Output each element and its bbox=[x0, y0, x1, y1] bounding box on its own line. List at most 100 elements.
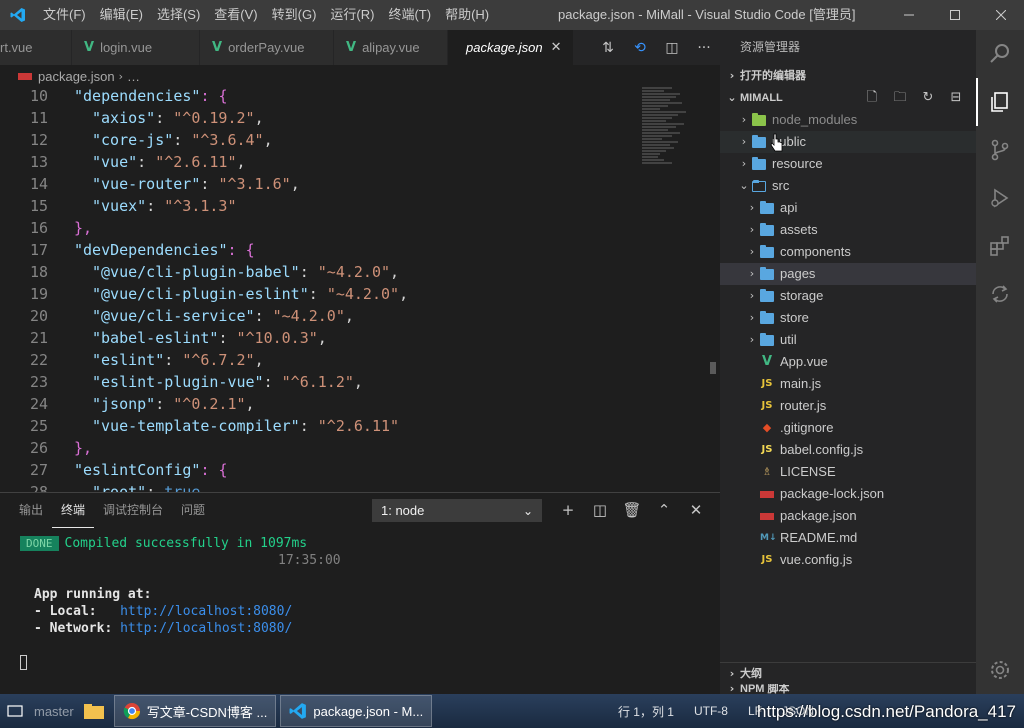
tree-item[interactable]: package.json bbox=[720, 505, 976, 527]
tree-item[interactable]: JS main.js bbox=[720, 373, 976, 395]
outline-section[interactable]: › 大纲 bbox=[720, 662, 976, 684]
menu-item[interactable]: 查看(V) bbox=[207, 0, 264, 30]
file-explorer-icon[interactable] bbox=[78, 694, 110, 728]
code-editor[interactable]: 10 "dependencies": {11 "axios": "^0.19.2",… bbox=[0, 87, 720, 492]
editor-tab[interactable]: Valipay.vue bbox=[334, 30, 448, 65]
npm-scripts-section[interactable]: › NPM 脚本 bbox=[720, 684, 976, 694]
code-colon: : bbox=[146, 197, 165, 215]
tree-item[interactable]: › node_modules bbox=[720, 109, 976, 131]
tree-item[interactable]: › storage bbox=[720, 285, 976, 307]
menu-item[interactable]: 帮助(H) bbox=[438, 0, 496, 30]
gear-icon[interactable] bbox=[976, 646, 1024, 694]
tree-item[interactable]: ◆ .gitignore bbox=[720, 417, 976, 439]
vue-icon: V bbox=[84, 40, 95, 55]
tree-item[interactable]: ♗ LICENSE bbox=[720, 461, 976, 483]
code-line: 25 "vue-template-compiler": "^2.6.11" bbox=[0, 415, 700, 437]
panel-tab[interactable]: 问题 bbox=[172, 493, 214, 528]
collapse-all-icon[interactable]: ⊟ bbox=[942, 87, 970, 109]
tree-item[interactable]: M↓ README.md bbox=[720, 527, 976, 549]
maximize-panel-icon[interactable]: ⌃ bbox=[648, 499, 680, 521]
network-url-link[interactable]: http://localhost:8080/ bbox=[120, 621, 292, 636]
close-panel-icon[interactable]: ✕ bbox=[680, 499, 712, 521]
tree-item[interactable]: V App.vue bbox=[720, 351, 976, 373]
run-debug-icon[interactable] bbox=[976, 174, 1024, 222]
tree-item[interactable]: › public bbox=[720, 131, 976, 153]
new-folder-icon[interactable]: 🗀 bbox=[886, 87, 914, 109]
json-value: "^2.6.11" bbox=[155, 153, 237, 171]
open-editors-section[interactable]: › 打开的编辑器 bbox=[720, 65, 976, 87]
menu-item[interactable]: 转到(G) bbox=[265, 0, 324, 30]
json-key: "eslint-plugin-vue" bbox=[92, 373, 264, 391]
extensions-icon[interactable] bbox=[976, 222, 1024, 270]
menu-item[interactable]: 编辑(E) bbox=[93, 0, 150, 30]
trash-icon[interactable]: 🗑 bbox=[616, 499, 648, 521]
breadcrumb-file[interactable]: package.json bbox=[38, 69, 115, 84]
editor-tab[interactable]: Vlogin.vue bbox=[72, 30, 200, 65]
tree-item[interactable]: › assets bbox=[720, 219, 976, 241]
line-number: 11 bbox=[29, 109, 48, 127]
compare-changes-icon[interactable]: ⇅ bbox=[592, 40, 624, 56]
editor-tab[interactable]: VorderPay.vue bbox=[200, 30, 334, 65]
local-url-link[interactable]: http://localhost:8080/ bbox=[120, 604, 292, 619]
minimize-button[interactable] bbox=[886, 0, 932, 30]
tree-item[interactable]: JS vue.config.js bbox=[720, 549, 976, 571]
more-actions-icon[interactable]: ··· bbox=[688, 40, 720, 56]
chevron-down-icon: ⌄ bbox=[739, 179, 749, 192]
tree-item[interactable]: JS router.js bbox=[720, 395, 976, 417]
sync-icon[interactable]: ⟲ bbox=[624, 40, 656, 56]
status-item[interactable]: UTF-8 bbox=[684, 704, 738, 718]
new-file-icon[interactable]: 🗋 bbox=[858, 87, 886, 109]
tree-item[interactable]: package-lock.json bbox=[720, 483, 976, 505]
tree-item[interactable]: › util bbox=[720, 329, 976, 351]
editor-tab[interactable]: package.json ✕ bbox=[448, 30, 574, 65]
code-line: 13 "vue": "^2.6.11", bbox=[0, 151, 700, 173]
maximize-button[interactable] bbox=[932, 0, 978, 30]
panel-tab[interactable]: 输出 bbox=[10, 493, 52, 528]
menu-item[interactable]: 选择(S) bbox=[150, 0, 207, 30]
panel-tab[interactable]: 调试控制台 bbox=[94, 493, 172, 528]
project-section[interactable]: ⌄ MIMALL 🗋 🗀 ↻ ⊟ bbox=[720, 87, 976, 109]
status-item[interactable]: 行 1，列 1 bbox=[608, 703, 684, 720]
chevron-right-icon: › bbox=[741, 135, 747, 148]
editor-scrollbar[interactable] bbox=[710, 362, 716, 374]
tree-item[interactable]: › components bbox=[720, 241, 976, 263]
live-share-icon[interactable] bbox=[976, 270, 1024, 318]
tree-item[interactable]: › pages bbox=[720, 263, 976, 285]
terminal-select[interactable]: 1: node ⌄ bbox=[372, 499, 542, 522]
search-icon[interactable] bbox=[976, 30, 1024, 78]
tree-item[interactable]: › store bbox=[720, 307, 976, 329]
breadcrumb-rest[interactable]: … bbox=[127, 69, 140, 84]
refresh-icon[interactable]: ↻ bbox=[914, 87, 942, 109]
code-comma: , bbox=[254, 351, 264, 369]
tree-item-label: util bbox=[780, 332, 797, 347]
split-editor-icon[interactable]: ◫ bbox=[656, 40, 688, 56]
code-text: "eslintConfig": { bbox=[74, 459, 228, 481]
json-key: "eslintConfig" bbox=[74, 461, 201, 479]
close-icon[interactable]: ✕ bbox=[551, 40, 562, 55]
source-control-icon[interactable] bbox=[976, 126, 1024, 174]
local-label: - Local: bbox=[34, 604, 121, 619]
code-line: 28 "root": true, bbox=[0, 481, 700, 492]
open-editors-label: 打开的编辑器 bbox=[740, 70, 806, 82]
taskbar-chrome[interactable]: 写文章-CSDN博客 ... bbox=[113, 695, 277, 727]
menu-item[interactable]: 终端(T) bbox=[381, 0, 438, 30]
panel-tab[interactable]: 终端 bbox=[52, 493, 95, 528]
taskbar-vscode[interactable]: package.json - M... bbox=[280, 695, 433, 727]
explorer-icon[interactable] bbox=[976, 78, 1024, 126]
tree-item[interactable]: JS babel.config.js bbox=[720, 439, 976, 461]
tree-item[interactable]: › api bbox=[720, 197, 976, 219]
terminal-output[interactable]: DONE Compiled successfully in 1097ms 17:3… bbox=[20, 535, 341, 671]
code-punct: : { bbox=[227, 241, 255, 259]
menu-item[interactable]: 文件(F) bbox=[36, 0, 93, 30]
menu-item[interactable]: 运行(R) bbox=[323, 0, 381, 30]
new-terminal-icon[interactable]: + bbox=[552, 499, 584, 521]
tree-item[interactable]: ⌄ src bbox=[720, 175, 976, 197]
task-view-icon[interactable] bbox=[0, 694, 30, 728]
editor-tab[interactable]: rt.vue bbox=[0, 30, 72, 65]
status-branch[interactable]: master bbox=[30, 694, 78, 728]
split-terminal-icon[interactable]: ◫ bbox=[584, 499, 616, 521]
tree-item[interactable]: › resource bbox=[720, 153, 976, 175]
tree-item-label: assets bbox=[780, 222, 818, 237]
tab-label: login.vue bbox=[100, 40, 153, 55]
close-window-button[interactable] bbox=[978, 0, 1024, 30]
